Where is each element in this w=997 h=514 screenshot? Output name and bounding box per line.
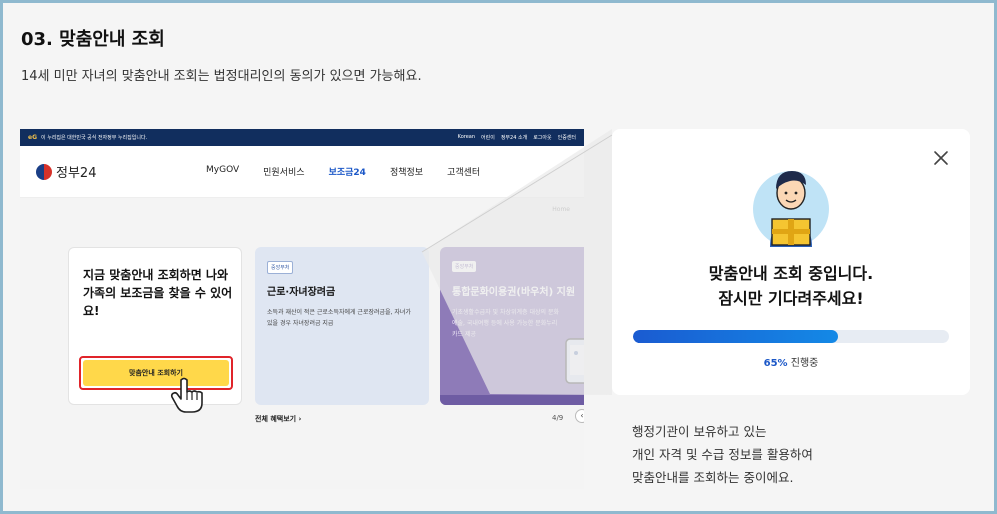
close-icon — [934, 151, 948, 165]
phone-icon — [565, 338, 584, 384]
step-title: 03. 맞춤안내 조회 — [21, 29, 165, 50]
all-benefits-link[interactable]: 전체 혜택보기 › — [255, 414, 301, 424]
card-title: 근로·자녀장려금 — [267, 287, 336, 298]
breadcrumb-home[interactable]: Home — [552, 206, 570, 213]
promo-card: 지금 맞춤안내 조회하면 나와 가족의 보조금을 찾을 수 있어요! 맞춤안내 … — [68, 247, 242, 413]
nav-policy-info[interactable]: 정책정보 — [390, 165, 423, 178]
nav-mygov[interactable]: MyGOV — [206, 165, 239, 178]
custom-guide-lookup-button[interactable]: 맞춤안내 조회하기 — [83, 360, 229, 386]
card-description: 소득과 재산이 적은 근로소득자에게 근로장려금을, 자녀가 있을 경우 자녀장… — [267, 309, 411, 327]
site-logo[interactable]: 정부24 — [36, 162, 206, 181]
progress-bar-fill — [633, 330, 839, 343]
progress-label: 65% 진행중 — [763, 358, 819, 369]
nav-civil-service[interactable]: 민원서비스 — [263, 165, 304, 178]
card-bottom-band — [440, 395, 584, 405]
site-screenshot: eG 이 누리집은 대한민국 공식 전자정부 누리집입니다. Korean 어린… — [20, 129, 584, 489]
gov-link-language[interactable]: Korean — [458, 134, 475, 141]
card-description: 기초생활수급자 및 차상위계층 대상의 문화 예술, 국내여행 등에 사용 가능… — [452, 309, 559, 338]
benefit-card-earned-income[interactable]: 중앙부처 근로·자녀장려금 소득과 재산이 적은 근로소득자에게 근로장려금을,… — [255, 247, 429, 405]
carousel-prev-button[interactable]: ‹ — [575, 409, 584, 423]
loading-modal: 맞춤안내 조회 중입니다. 잠시만 기다려주세요! 65% 진행중 — [612, 129, 970, 395]
card-tag: 중앙부처 — [267, 261, 294, 274]
progress-percent: 65% — [763, 358, 788, 369]
gov-link-cert[interactable]: 인증센터 — [558, 134, 576, 141]
hand-pointer-icon — [170, 377, 203, 413]
gov24-logo-icon — [36, 163, 52, 180]
main-nav: MyGOV 민원서비스 보조금24 정책정보 고객센터 — [206, 165, 480, 178]
gov-notice: 이 누리집은 대한민국 공식 전자정부 누리집입니다. — [41, 135, 148, 141]
modal-close-button[interactable] — [932, 149, 950, 167]
site-content: 지금 맞춤안내 조회하면 나와 가족의 보조금을 찾을 수 있어요! 맞춤안내 … — [20, 218, 584, 489]
progress-bar — [633, 330, 949, 343]
gov-bar-links: Korean 어린이 정부24 소개 로그아웃 인증센터 — [458, 134, 576, 141]
carousel-pager: 4/9 — [552, 414, 564, 422]
step-description: 14세 미만 자녀의 맞춤안내 조회는 법정대리인의 동의가 있으면 가능해요. — [21, 69, 422, 84]
eg-logo-icon: eG — [28, 134, 37, 141]
nav-subsidy24[interactable]: 보조금24 — [329, 165, 366, 178]
explanation-note: 행정기관이 보유하고 있는 개인 자격 및 수급 정보를 활용하여 맞춤안내를 … — [632, 424, 813, 485]
person-with-box-icon — [753, 171, 829, 247]
benefit-card-culture-voucher[interactable]: 중앙부처 통합문화이용권(바우처) 지원 기초생활수급자 및 차상위계층 대상의… — [440, 247, 584, 405]
nav-customer-center[interactable]: 고객센터 — [447, 165, 480, 178]
site-header: 정부24 MyGOV 민원서비스 보조금24 정책정보 고객센터 — [20, 146, 584, 198]
gov-link-kids[interactable]: 어린이 — [481, 134, 495, 141]
site-logo-text: 정부24 — [56, 166, 97, 181]
gov-link-logout[interactable]: 로그아웃 — [533, 134, 551, 141]
loading-title: 맞춤안내 조회 중입니다. 잠시만 기다려주세요! — [708, 264, 874, 308]
card-tag: 중앙부처 — [452, 261, 477, 272]
card-title: 통합문화이용권(바우처) 지원 — [452, 287, 576, 298]
gov-bar: eG 이 누리집은 대한민국 공식 전자정부 누리집입니다. Korean 어린… — [20, 129, 584, 146]
breadcrumb: Home — [20, 198, 584, 218]
gov-link-about[interactable]: 정부24 소개 — [501, 134, 527, 141]
promo-text: 지금 맞춤안내 조회하면 나와 가족의 보조금을 찾을 수 있어요! — [83, 268, 233, 318]
